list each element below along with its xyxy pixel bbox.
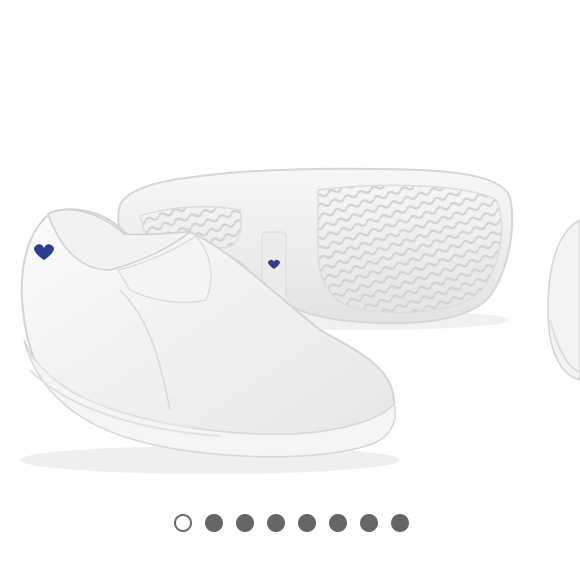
carousel-dot-2[interactable] [204,514,223,532]
carousel-pagination [0,508,580,538]
carousel-dot-6[interactable] [328,514,347,532]
carousel-dot-4[interactable] [266,514,285,532]
carousel-dot-3[interactable] [235,514,254,532]
product-image-shoes [20,167,514,474]
carousel-dot-8[interactable] [390,514,409,532]
product-image-carousel[interactable] [0,0,580,580]
carousel-dot-1[interactable] [173,514,192,532]
carousel-dot-7[interactable] [359,514,378,532]
next-product-image-peek [547,219,580,381]
carousel-dot-5[interactable] [297,514,316,532]
